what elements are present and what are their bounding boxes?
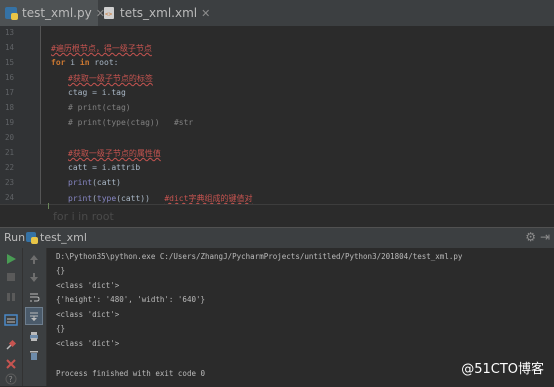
play-icon: [7, 254, 16, 264]
clear-all-button[interactable]: [26, 347, 42, 363]
code-line: print(catt): [68, 178, 121, 187]
print-icon: [30, 332, 38, 341]
line-number: 15: [4, 58, 14, 67]
console-line: {}: [56, 324, 66, 333]
dump-threads-button[interactable]: [3, 312, 19, 328]
code-editor[interactable]: #遍历根节点，得一级子节点 for i in root: #获取一级子节点的标签…: [41, 26, 554, 204]
threads-icon: [4, 314, 18, 326]
arrow-up-icon: [30, 255, 38, 264]
code-builtin: print: [68, 178, 93, 187]
console-line: <class 'dict'>: [56, 339, 120, 348]
pin-icon: [6, 339, 17, 350]
stop-button[interactable]: [3, 269, 19, 285]
code-line: print(type(catt)) #dict字典组成的键值对: [68, 193, 252, 204]
watermark: @51CTO博客: [461, 362, 544, 377]
line-number: 22: [4, 163, 14, 172]
line-number: 23: [4, 178, 14, 187]
close-icon: [6, 359, 16, 369]
scroll-down-button[interactable]: [26, 269, 42, 285]
hide-icon[interactable]: ⇥: [540, 230, 550, 244]
code-comment: #获取一级子节点的标签: [68, 74, 153, 83]
xml-file-icon: <>: [102, 6, 116, 20]
svg-text:<>: <>: [105, 11, 113, 18]
line-number: 24: [4, 193, 14, 202]
code-comment: #遍历根节点，得一级子节点: [51, 44, 152, 53]
code-builtin: print: [68, 194, 93, 203]
console-line: D:\Python35\python.exe C:/Users/ZhangJ/P…: [56, 252, 463, 261]
soft-wrap-button[interactable]: [26, 289, 42, 305]
line-number-gutter: 13 14 15 16 17 18 19 20 21 22 23 24: [0, 26, 41, 204]
pause-icon: [7, 293, 15, 301]
line-number: 20: [4, 133, 14, 142]
run-config-name[interactable]: test_xml: [40, 231, 87, 244]
help-icon: ?: [5, 373, 17, 385]
trash-icon: [30, 351, 38, 360]
scroll-up-button[interactable]: [26, 251, 42, 267]
stop-icon: [7, 273, 15, 281]
line-number: 19: [4, 118, 14, 127]
close-run-button[interactable]: [3, 356, 19, 372]
code-comment: #dict字典组成的键值对: [164, 194, 253, 203]
tab-test-xml-py[interactable]: test_xml.py ✕: [0, 0, 105, 26]
code-comment: # print(ctag): [68, 103, 131, 112]
run-left-toolbar: ?: [0, 248, 23, 386]
tab-label: tets_xml.xml: [120, 6, 198, 20]
scroll-to-end-button[interactable]: [25, 307, 43, 325]
close-icon[interactable]: ✕: [201, 7, 210, 20]
scroll-end-icon: [30, 312, 38, 321]
console-line: <class 'dict'>: [56, 310, 120, 319]
line-number: 13: [4, 28, 14, 37]
editor-tab-bar: test_xml.py ✕ <> tets_xml.xml ✕: [0, 0, 554, 27]
svg-text:?: ?: [9, 375, 13, 384]
code-text: i: [65, 58, 80, 67]
pin-button[interactable]: [3, 337, 19, 353]
run-button[interactable]: [3, 251, 19, 267]
run-label: Run: [4, 231, 26, 244]
arrow-down-icon: [30, 273, 38, 282]
code-builtin: type: [96, 194, 117, 203]
console-toolbar: [23, 248, 47, 386]
code-comment: #获取一级子节点的属性值: [68, 149, 161, 158]
code-text: root:: [89, 58, 119, 67]
tab-tets-xml-xml[interactable]: <> tets_xml.xml ✕: [98, 0, 210, 26]
fold-marker: [48, 203, 49, 209]
line-number: 21: [4, 148, 14, 157]
code-text: (catt): [92, 178, 121, 187]
code-keyword: in: [79, 58, 90, 67]
run-tool-window-header: Run test_xml ⚙ ⇥: [0, 227, 554, 248]
soft-wrap-icon: [30, 293, 40, 302]
console-line: {}: [56, 266, 66, 275]
console-line: Process finished with exit code 0: [56, 369, 206, 378]
tab-label: test_xml.py: [22, 6, 92, 20]
code-line: catt = i.attrib: [68, 163, 141, 172]
console-line: {'height': '480', 'width': '640'}: [56, 295, 206, 304]
python-file-icon: [4, 6, 18, 20]
line-number: 18: [4, 103, 14, 112]
code-keyword: for: [51, 58, 66, 67]
line-number: 14: [4, 43, 14, 52]
help-button[interactable]: ?: [3, 371, 19, 387]
code-line: ctag = i.tag: [68, 88, 126, 97]
gear-icon[interactable]: ⚙: [525, 230, 536, 244]
code-text: (catt)): [116, 194, 165, 203]
print-button[interactable]: [26, 328, 42, 344]
breadcrumb-ghost-text: for i in root: [53, 210, 114, 223]
code-comment: # print(type(ctag)) #str: [68, 118, 194, 127]
pause-button[interactable]: [3, 289, 19, 305]
python-file-icon: [26, 232, 38, 244]
line-number: 16: [4, 73, 14, 82]
line-number: 17: [4, 88, 14, 97]
code-line: for i in root:: [51, 58, 118, 67]
console-line: <class 'dict'>: [56, 281, 120, 290]
